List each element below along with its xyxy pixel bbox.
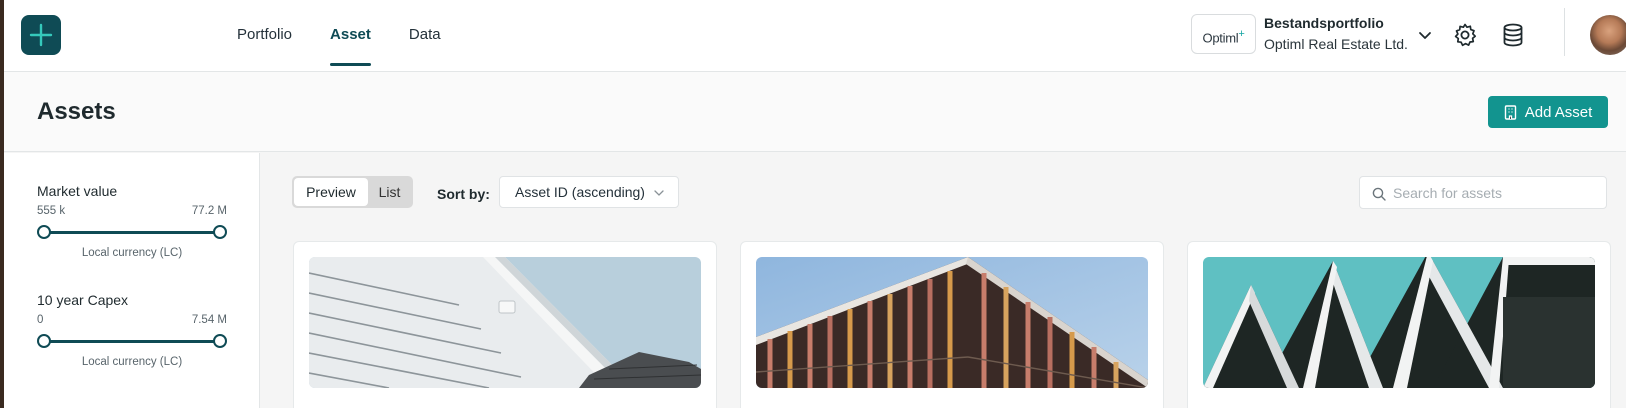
app-logo[interactable] [21,15,61,55]
main-nav: Portfolio Asset Data [237,0,479,72]
filter-max: 7.54 M [191,314,227,326]
nav-tab-asset[interactable]: Asset [330,0,371,72]
filter-title: 10 year Capex [37,292,129,308]
organization-logo: Optiml+ [1191,14,1256,54]
sort-value: Asset ID (ascending) [515,184,645,200]
filter-max: 77.2 M [191,205,227,217]
gear-icon[interactable] [1452,22,1478,48]
top-navigation-bar: Portfolio Asset Data Optiml+ Bestandspor… [4,0,1626,72]
organization-switcher[interactable]: Bestandsportfolio Optiml Real Estate Ltd… [1264,15,1408,52]
filter-capex: 10 year Capex 0 7.54 M Local currency (L… [37,292,227,368]
filter-unit: Local currency (LC) [81,356,183,368]
portfolio-name: Bestandsportfolio [1264,15,1384,31]
slider-min-handle[interactable] [37,334,51,348]
company-name: Optiml Real Estate Ltd. [1264,36,1408,52]
view-list-option[interactable]: List [368,178,411,206]
asset-image [309,257,701,388]
filter-market-value: Market value 555 k 77.2 M Local currency… [37,183,227,259]
asset-card[interactable] [1187,241,1611,408]
add-asset-label: Add Asset [1524,103,1593,121]
search-box [1359,176,1607,209]
slider-max-handle[interactable] [213,225,227,239]
asset-card[interactable] [740,241,1164,408]
range-slider[interactable] [37,331,227,351]
database-icon[interactable] [1500,22,1526,48]
chevron-down-icon [654,190,664,196]
slider-min-handle[interactable] [37,225,51,239]
chevron-down-icon[interactable] [1418,28,1432,42]
nav-tab-data[interactable]: Data [409,0,441,72]
search-icon [1372,187,1386,201]
asset-image [1203,257,1595,388]
organization-logo-text: Optiml [1202,30,1239,46]
header-divider [1564,8,1565,56]
sort-label: Sort by: [437,186,490,202]
asset-card[interactable] [293,241,717,408]
organization-logo-mark: + [1238,28,1245,40]
view-toggle: Preview List [292,176,413,208]
filter-title: Market value [37,183,118,199]
building-icon [1504,104,1516,120]
asset-image [756,257,1148,388]
page-header: Assets Add Asset [4,72,1626,152]
filter-sidebar: Market value 555 k 77.2 M Local currency… [4,153,260,408]
filter-range: 0 7.54 M [37,314,227,326]
add-asset-button[interactable]: Add Asset [1488,96,1608,128]
sort-dropdown[interactable]: Asset ID (ascending) [499,176,679,208]
range-slider[interactable] [37,222,227,242]
nav-tab-portfolio[interactable]: Portfolio [237,0,292,72]
slider-track [43,231,221,234]
plus-logo-icon [29,23,53,47]
filter-min: 0 [37,314,44,326]
filter-min: 555 k [37,205,66,217]
filter-range: 555 k 77.2 M [37,205,227,217]
search-input[interactable] [1393,177,1598,208]
user-avatar[interactable] [1590,15,1626,55]
slider-max-handle[interactable] [213,334,227,348]
page-title: Assets [37,98,116,125]
view-preview-option[interactable]: Preview [294,178,368,206]
filter-unit: Local currency (LC) [81,247,183,259]
slider-track [43,340,221,343]
